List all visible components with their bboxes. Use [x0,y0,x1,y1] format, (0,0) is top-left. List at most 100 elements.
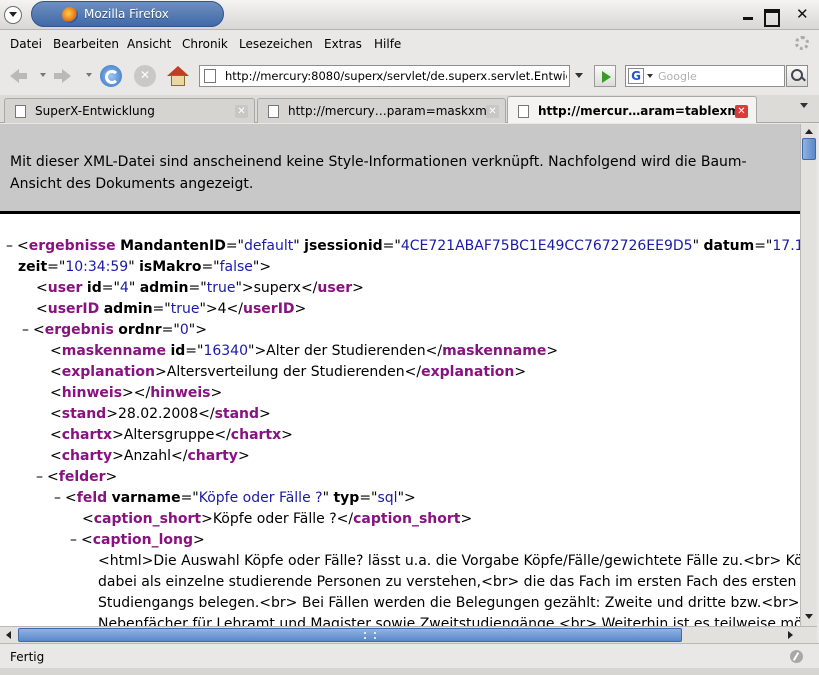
tab-maskxml[interactable]: http://mercury…param=maskxml ✕ [257,98,506,123]
xml-line: dabei als einzelne studierende Personen … [0,572,800,593]
xml-token: < [65,490,77,506]
xml-token: userID [47,301,100,317]
status-text: Fertig [10,650,45,664]
tab-close-button[interactable]: ✕ [735,105,748,118]
xml-token: =" [180,490,199,506]
tab-tablexml[interactable]: http://mercur…aram=tablexml ✕ [507,96,757,123]
xml-token: =" [225,238,244,254]
stop-button[interactable] [134,65,156,87]
menu-extras[interactable]: Extras [324,37,362,51]
home-icon-body [171,75,185,86]
vertical-scrollbar[interactable] [800,124,817,626]
menu-datei[interactable]: Datei [10,37,42,51]
menu-bearbeiten[interactable]: Bearbeiten [53,37,119,51]
xml-line: <user id="4" admin="true">superx</user> [0,278,800,299]
scroll-left-arrow-icon[interactable] [6,631,11,639]
xml-token: stand [61,406,107,422]
google-engine-icon[interactable]: G [628,68,644,84]
tab-list-dropdown[interactable] [800,103,808,108]
collapse-toggle[interactable]: – [36,469,43,485]
xml-info-banner: Mit dieser XML-Datei sind anscheinend ke… [0,124,800,214]
menu-lesezeichen[interactable]: Lesezeichen [239,37,313,51]
maximize-button[interactable] [762,7,780,27]
xml-token: feld [76,490,108,506]
xml-token: < [81,532,93,548]
xml-token: datum [703,238,755,254]
collapse-toggle[interactable]: – [6,238,13,254]
reload-button[interactable] [100,65,122,87]
xml-token: </ [214,427,231,443]
menu-chronik[interactable]: Chronik [182,37,228,51]
xml-line: zeit="10:34:59" isMakro="false"> [0,257,800,278]
xml-token: true [170,301,200,317]
forward-history-dropdown[interactable] [86,73,92,77]
window-title-pill[interactable]: Mozilla Firefox [31,1,224,27]
xml-line: Studiengangs belegen.<br> Bei Fällen wer… [0,593,800,614]
xml-token: " [128,280,140,296]
back-button[interactable] [8,65,30,87]
xml-token: =" [185,343,204,359]
xml-token: > [106,406,118,422]
horizontal-scroll-thumb[interactable] [18,628,682,642]
chevron-down-icon [9,12,17,17]
xml-token: typ [333,490,360,506]
xml-token: "> [188,322,207,338]
tab-label: http://mercury…param=maskxml [288,104,491,118]
window-menu-button[interactable] [4,6,22,24]
xml-token: > [546,343,559,359]
search-box[interactable]: G [625,65,785,87]
url-history-dropdown[interactable] [575,73,583,78]
url-bar[interactable]: http://mercury:8080/superx/servlet/de.su… [199,65,570,87]
menu-ansicht[interactable]: Ansicht [127,37,171,51]
xml-token: MandantenID [120,238,226,254]
xml-token: =" [359,490,378,506]
xml-token: userID [243,301,295,317]
xml-token: =" [152,301,171,317]
menu-bar: Datei Bearbeiten Ansicht Chronik Lesezei… [0,30,819,57]
back-history-dropdown[interactable] [40,73,46,77]
xml-token: hinweis [61,385,123,401]
xml-token: false [219,259,253,275]
home-button[interactable] [167,65,189,87]
xml-token: > [281,427,293,443]
xml-token: =" [161,322,180,338]
xml-token: zeit [18,259,48,275]
xml-token: 4 [119,280,129,296]
collapse-toggle[interactable]: – [22,322,29,338]
collapse-toggle[interactable]: – [54,490,61,506]
xml-token: </ [226,301,243,317]
go-button[interactable] [594,65,616,87]
xml-token: "> [248,343,267,359]
grip-icon [364,632,376,639]
menu-hilfe[interactable]: Hilfe [374,37,401,51]
xml-token: dabei als einzelne studierende Personen … [98,574,797,590]
scroll-up-arrow-icon[interactable] [805,129,813,134]
close-window-button[interactable]: ✕ [794,5,810,23]
search-engine-dropdown[interactable] [647,74,653,78]
search-button[interactable] [786,65,808,87]
horizontal-scrollbar[interactable] [0,626,817,643]
xml-token: < [50,427,62,443]
no-security-icon [790,650,803,663]
xml-token: </ [198,406,215,422]
scroll-right-arrow-icon[interactable] [788,631,793,639]
scroll-down-arrow-icon[interactable] [805,614,813,619]
xml-token: > [210,385,223,401]
xml-token: "> [252,259,272,275]
xml-token: chartx [61,427,113,443]
tab-close-button[interactable]: ✕ [235,105,248,118]
xml-token: superx [253,280,301,296]
page-icon [268,105,279,118]
xml-line: <explanation>Altersverteilung der Studie… [0,362,800,383]
xml-line: <hinweis></hinweis> [0,383,800,404]
tab-close-button[interactable]: ✕ [486,105,499,118]
tab-superx-entwicklung[interactable]: SuperX-Entwicklung ✕ [4,98,255,123]
url-text[interactable]: http://mercury:8080/superx/servlet/de.su… [225,69,567,83]
search-input[interactable] [658,68,778,84]
forward-button[interactable] [52,65,74,87]
vertical-scroll-thumb[interactable] [802,138,816,160]
minimize-button[interactable] [740,7,756,23]
xml-token: charty [187,448,238,464]
collapse-toggle[interactable]: – [70,532,77,548]
xml-token: =" [382,238,401,254]
